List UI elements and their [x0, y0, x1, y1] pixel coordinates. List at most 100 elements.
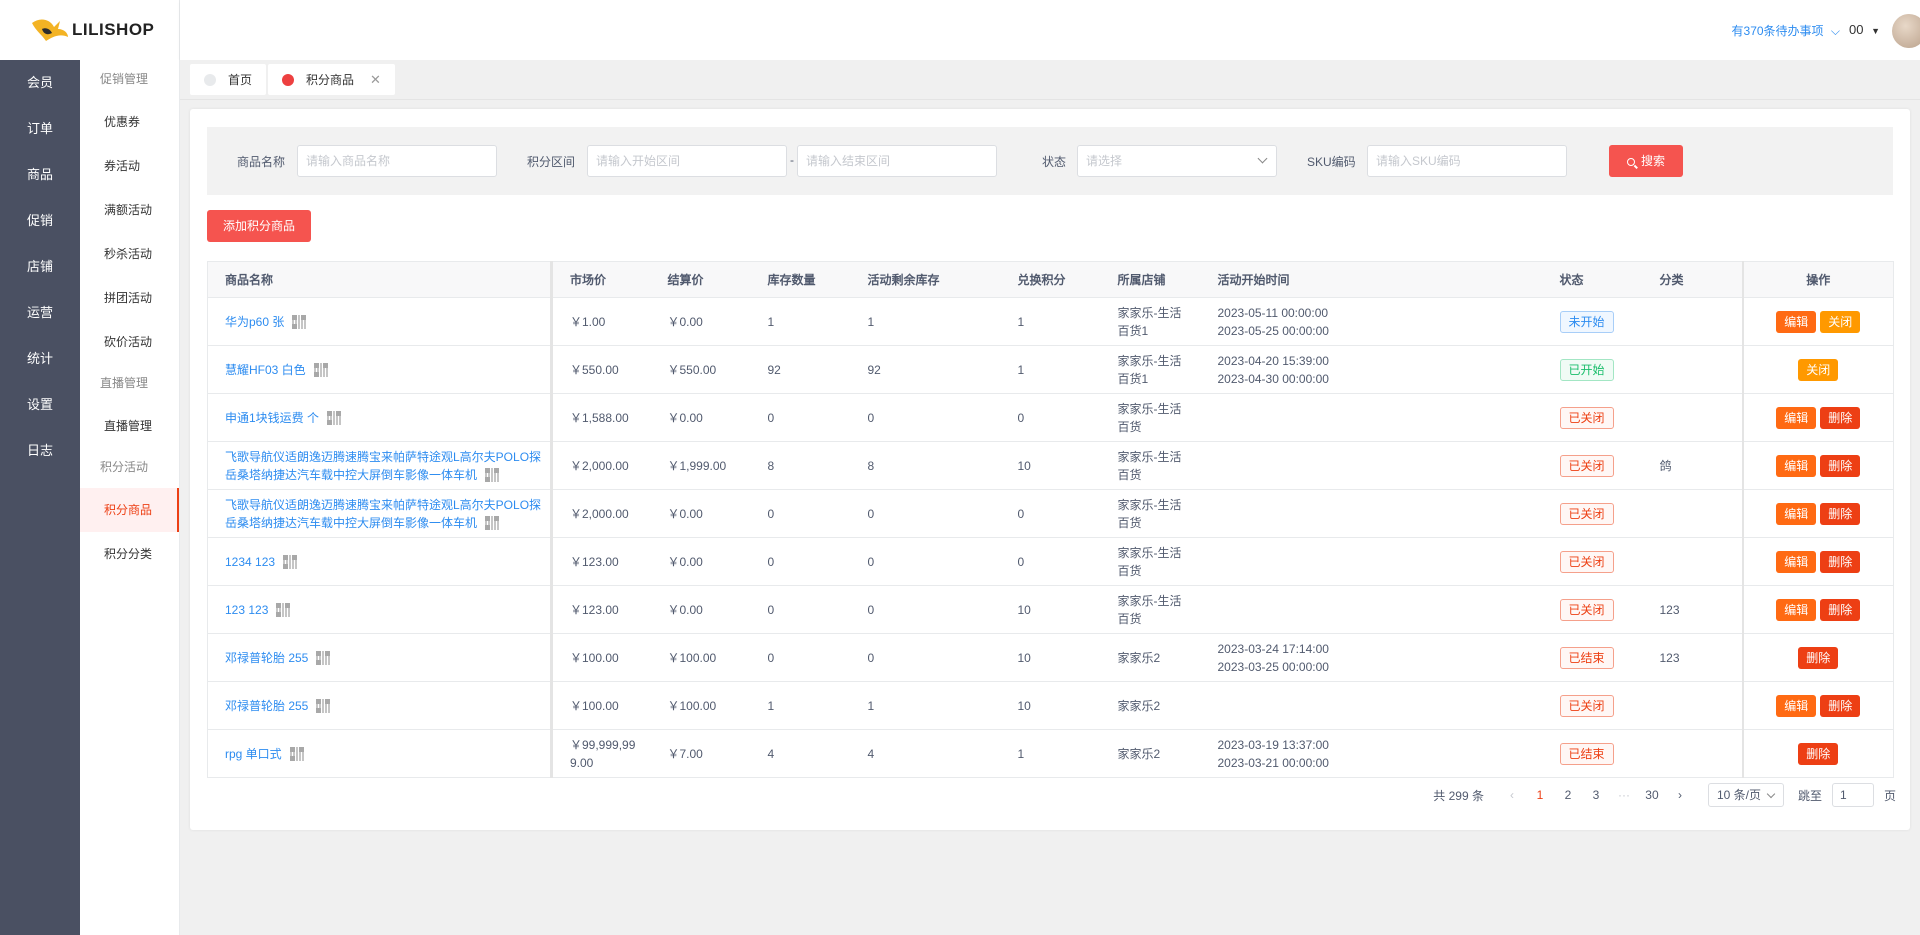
page-ellipsis[interactable]: ···	[1610, 788, 1638, 802]
col-header-points[interactable]: 兑换积分	[1000, 261, 1101, 298]
add-points-goods-button[interactable]: 添加积分商品	[207, 210, 311, 242]
col-header-remain[interactable]: 活动剩余库存	[850, 261, 1001, 298]
delete-button[interactable]: 删除	[1820, 694, 1861, 717]
page-1[interactable]: 1	[1526, 788, 1554, 802]
delete-button[interactable]: 删除	[1820, 598, 1861, 621]
close-button[interactable]: 关闭	[1820, 310, 1861, 333]
cell-name: 邓禄普轮胎 255	[207, 681, 553, 730]
page-2[interactable]: 2	[1554, 788, 1582, 802]
col-header-stock[interactable]: 库存数量	[750, 261, 851, 298]
col-header-settle[interactable]: 结算价	[650, 261, 751, 298]
brand-name: LILISHOP	[72, 20, 155, 39]
nav-operation[interactable]: 运营	[0, 290, 80, 336]
nav-order[interactable]: 订单	[0, 106, 80, 152]
cell-actions: 编辑 删除	[1741, 585, 1894, 634]
user-dropdown[interactable]: 00 ▼	[1849, 22, 1880, 37]
sub-item-kanjia[interactable]: 砍价活动	[80, 320, 179, 364]
nav-member[interactable]: 会员	[0, 60, 80, 106]
page-30[interactable]: 30	[1638, 788, 1666, 802]
edit-button[interactable]: 编辑	[1776, 406, 1817, 429]
qrcode-icon[interactable]	[485, 515, 500, 530]
nav-store[interactable]: 店铺	[0, 244, 80, 290]
col-header-time[interactable]: 活动开始时间	[1200, 261, 1543, 298]
name-input[interactable]: 请输入商品名称	[297, 145, 497, 177]
sub-item-live[interactable]: 直播管理	[80, 404, 179, 448]
sub-item-seckill[interactable]: 秒杀活动	[80, 232, 179, 276]
delete-button[interactable]: 删除	[1798, 742, 1839, 765]
qrcode-icon[interactable]	[316, 650, 331, 665]
range-start-input[interactable]: 请输入开始区间	[587, 145, 787, 177]
logo[interactable]: LILISHOP	[0, 0, 180, 60]
delete-button[interactable]: 删除	[1820, 502, 1861, 525]
delete-button[interactable]: 删除	[1820, 454, 1861, 477]
qrcode-icon[interactable]	[485, 467, 500, 482]
sub-item-coupon[interactable]: 优惠券	[80, 100, 179, 144]
product-name-link[interactable]: 申通1块钱运费 个	[225, 411, 319, 425]
product-name-link[interactable]: 华为p60 张	[225, 315, 284, 329]
edit-button[interactable]: 编辑	[1776, 502, 1817, 525]
time-start: 2023-03-19 13:37:00	[1217, 737, 1329, 752]
nav-log[interactable]: 日志	[0, 428, 80, 474]
qrcode-icon[interactable]	[289, 746, 304, 761]
edit-button[interactable]: 编辑	[1776, 550, 1817, 573]
sku-input[interactable]: 请输入SKU编码	[1367, 145, 1567, 177]
close-icon[interactable]: ✕	[370, 72, 381, 88]
col-header-store[interactable]: 所属店铺	[1100, 261, 1201, 298]
edit-button[interactable]: 编辑	[1776, 454, 1817, 477]
product-name-link[interactable]: 邓禄普轮胎 255	[225, 699, 308, 713]
edit-button[interactable]: 编辑	[1776, 694, 1817, 717]
product-name-link[interactable]: 1234 123	[225, 555, 275, 569]
edit-button[interactable]: 编辑	[1776, 598, 1817, 621]
status-badge: 已开始	[1559, 358, 1614, 381]
product-name-link[interactable]: 邓禄普轮胎 255	[225, 651, 308, 665]
tab-home[interactable]: 首页	[190, 64, 267, 95]
nav-statistics[interactable]: 统计	[0, 336, 80, 382]
sku-label: SKU编码	[1307, 155, 1356, 169]
todo-dropdown[interactable]: 有370条待办事项 ⌵	[1732, 22, 1840, 39]
search-button[interactable]: 搜索	[1609, 145, 1683, 177]
sub-item-points-category[interactable]: 积分分类	[80, 532, 179, 576]
col-header-market[interactable]: 市场价	[551, 261, 651, 298]
cell-points: 0	[1000, 393, 1101, 442]
col-header-category[interactable]: 分类	[1642, 261, 1743, 298]
qrcode-icon[interactable]	[327, 410, 342, 425]
tab-points-goods[interactable]: 积分商品 ✕	[268, 64, 395, 95]
cell-name: 慧耀HF03 白色	[207, 345, 553, 394]
sub-item-full-discount[interactable]: 满额活动	[80, 188, 179, 232]
table-body: 华为p60 张 ￥1.00 ￥0.00 1 1 1 家家乐-生活百货1 2023…	[207, 297, 1894, 778]
qrcode-icon[interactable]	[292, 314, 307, 329]
delete-button[interactable]: 删除	[1820, 550, 1861, 573]
qrcode-icon[interactable]	[276, 602, 291, 617]
table-row: rpg 单口式 ￥99,999,999.00 ￥7.00 4 4 1 家家乐2 …	[207, 729, 1894, 778]
col-header-name[interactable]: 商品名称	[207, 261, 553, 298]
page-size-select[interactable]: 10 条/页	[1707, 783, 1784, 807]
sub-item-pintuan[interactable]: 拼团活动	[80, 276, 179, 320]
range-end-input[interactable]: 请输入结束区间	[797, 145, 997, 177]
chevron-down-icon	[1257, 153, 1268, 164]
nav-settings[interactable]: 设置	[0, 382, 80, 428]
cell-stock: 0	[750, 585, 851, 634]
edit-button[interactable]: 编辑	[1776, 310, 1817, 333]
prev-page-icon[interactable]: ‹	[1498, 788, 1526, 802]
nav-goods[interactable]: 商品	[0, 152, 80, 198]
sub-item-points-goods[interactable]: 积分商品	[80, 488, 179, 532]
sub-item-coupon-activity[interactable]: 券活动	[80, 144, 179, 188]
status-select[interactable]: 请选择	[1077, 145, 1277, 177]
pagination: 共 299 条 ‹ 1 2 3 ··· 30 › 10 条/页 跳至 1 页	[1433, 783, 1896, 807]
delete-button[interactable]: 删除	[1820, 406, 1861, 429]
product-name-link[interactable]: rpg 单口式	[225, 747, 282, 761]
jump-input[interactable]: 1	[1831, 783, 1874, 807]
qrcode-icon[interactable]	[313, 362, 328, 377]
product-name-link[interactable]: 123 123	[225, 603, 268, 617]
product-name-link[interactable]: 慧耀HF03 白色	[225, 363, 306, 377]
next-page-icon[interactable]: ›	[1666, 788, 1694, 802]
tab-label: 首页	[228, 73, 253, 87]
qrcode-icon[interactable]	[283, 554, 298, 569]
avatar[interactable]	[1892, 14, 1920, 48]
delete-button[interactable]: 删除	[1798, 646, 1839, 669]
close-button[interactable]: 关闭	[1798, 358, 1839, 381]
page-3[interactable]: 3	[1582, 788, 1610, 802]
col-header-status[interactable]: 状态	[1542, 261, 1643, 298]
qrcode-icon[interactable]	[316, 698, 331, 713]
nav-promotion[interactable]: 促销	[0, 198, 80, 244]
